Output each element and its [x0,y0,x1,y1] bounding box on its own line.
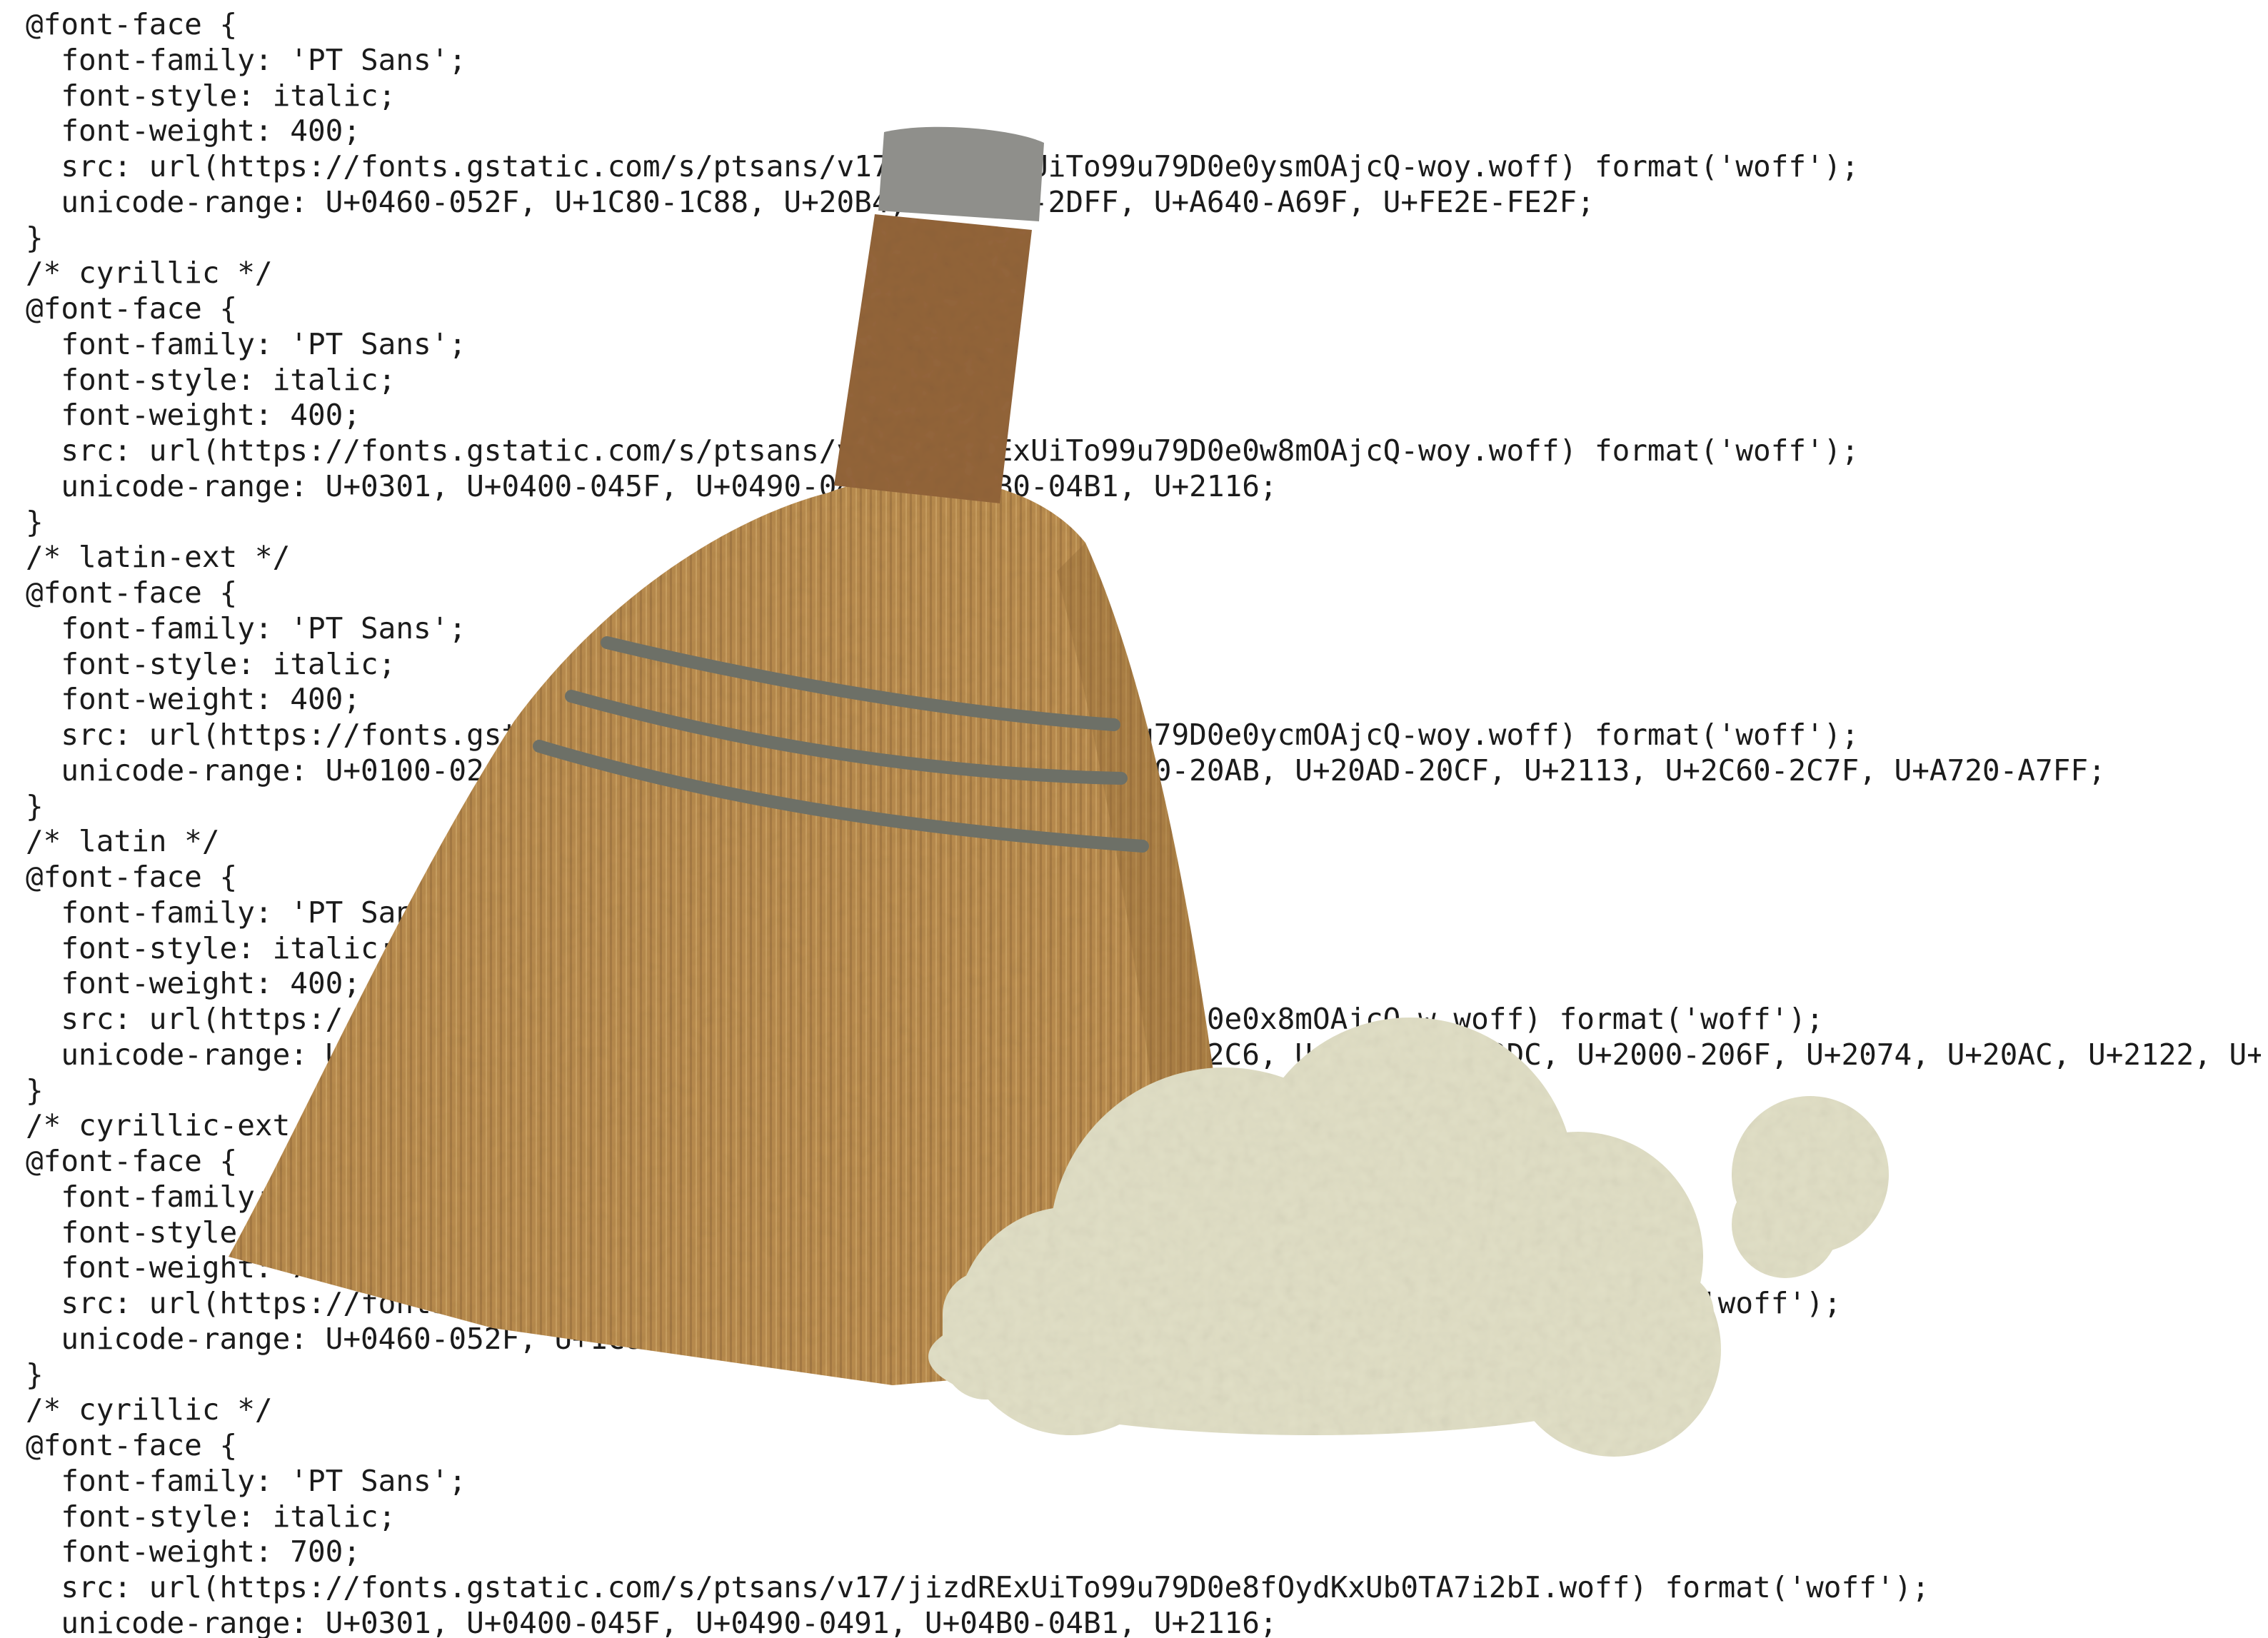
code-line: unicode-range: U+0000-00FF, U+0131, U+01… [61,1037,2261,1072]
code-text-area: @font-face { font-family: 'PT Sans'; fon… [26,0,2261,1638]
code-line: font-weight: 400; [26,114,361,149]
code-line: src: url(https://fonts.gstatic.com/s/pts… [26,433,1860,468]
code-line: unicode-range: U+0301, U+0400-045F, U+04… [26,1605,1278,1638]
code-line: font-weight: 700; [26,1534,361,1569]
code-line: src: url(https://fonts.gstatic.com/s/pts… [26,718,1860,752]
code-line: font-weight: 400; [26,398,361,433]
code-line: font-weight: 700; [26,1250,361,1285]
screen: @font-face { font-family: 'PT Sans'; fon… [0,0,2268,1638]
code-line: @font-face { [26,860,238,894]
code-line: } [26,220,44,255]
code-line: /* latin */ [26,824,220,859]
code-line: font-family: 'PT Sans'; [26,611,467,645]
code-line: } [26,504,44,539]
code-line: /* cyrillic */ [26,1392,273,1427]
code-line: font-family: 'PT Sans'; [26,42,467,77]
code-line: font-style: italic; [26,1499,396,1534]
code-line: font-style: italic; [26,78,396,113]
code-line: } [26,1357,44,1392]
code-line: font-style: italic; [26,1215,396,1250]
code-line: font-style: italic; [26,362,396,397]
code-line: font-family: 'PT Sans'; [26,1179,467,1214]
code-line: @font-face { [26,576,238,610]
code-line: font-family: 'PT Sans'; [26,1463,467,1498]
code-line: /* cyrillic-ext */ [26,1108,343,1143]
code-line: unicode-range: U+0460-052F, U+1C80-1C88,… [26,1321,1595,1356]
code-line: @font-face { [26,7,238,41]
code-line: font-weight: 400; [26,682,361,717]
code-line: font-family: 'PT Sans'; [26,326,467,361]
code-line: unicode-range: U+0100-024F, U+0259, U+1E… [26,753,2106,788]
code-line: } [26,1072,44,1107]
code-line: font-family: 'PT Sans'; [26,895,467,930]
code-line: /* latin-ext */ [26,540,291,575]
code-line: unicode-range: U+0301, U+0400-045F, U+04… [26,468,1278,503]
code-line: src: url(https://fonts.gstatic.com/s/pts… [26,1002,1824,1036]
code-line: /* cyrillic */ [26,256,273,291]
code-line: font-weight: 400; [26,966,361,1001]
code-line: src: url(https://fonts.gstatic.com/s/pts… [26,149,1860,184]
code-line: } [26,788,44,823]
code-line: src: url(https://fonts.gstatic.com/s/pts… [26,1570,1930,1604]
code-line: @font-face { [26,1144,238,1178]
code-line: font-style: italic; [26,646,396,681]
code-line: @font-face { [26,291,238,326]
code-line: unicode-range: U+0460-052F, U+1C80-1C88,… [26,184,1595,219]
code-line: @font-face { [26,1428,238,1462]
code-line: font-style: italic; [26,930,396,965]
code-line: src: url(https://fonts.gstatic.com/s/pts… [26,1286,1842,1320]
